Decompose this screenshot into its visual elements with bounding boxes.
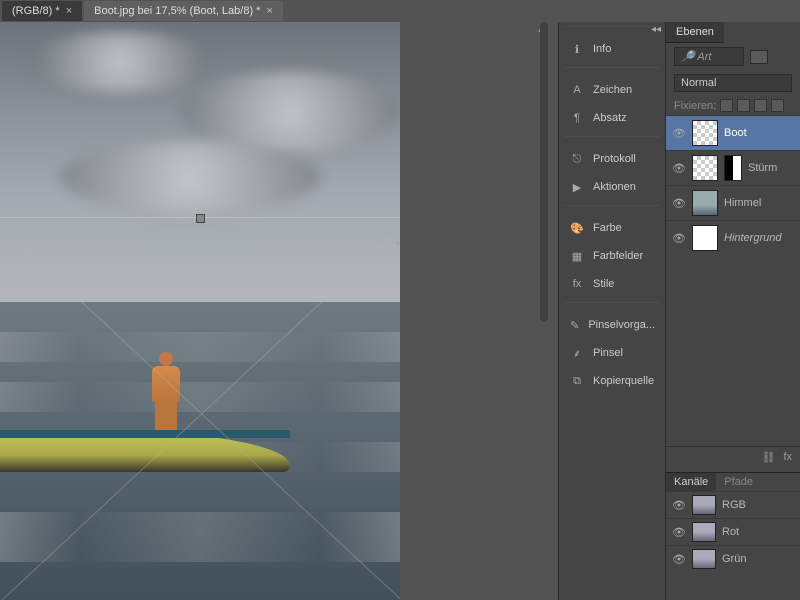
panel-clone-source[interactable]: ⧉Kopierquelle	[559, 367, 665, 395]
panel-brush[interactable]: ⸙Pinsel	[559, 339, 665, 367]
lock-pixels-icon[interactable]	[737, 99, 750, 112]
sky-image	[0, 22, 400, 342]
brush-preset-icon: ✎	[569, 317, 580, 333]
layers-tab[interactable]: Ebenen	[666, 22, 724, 43]
channel-row[interactable]: 👁 Rot	[666, 518, 800, 545]
lock-transparent-icon[interactable]	[720, 99, 733, 112]
lock-position-icon[interactable]	[754, 99, 767, 112]
layers-panel: Ebenen 🔎 Art Normal Fixieren: 👁 Boot 👁 S…	[666, 22, 800, 600]
tab-label: (RGB/8) *	[12, 5, 60, 17]
paths-tab[interactable]: Pfade	[716, 473, 761, 491]
panel-brush-presets[interactable]: ✎Pinselvorga...	[559, 311, 665, 339]
canvas-scrollbar[interactable]	[540, 22, 548, 322]
layer-filter-kind[interactable]: 🔎 Art	[674, 47, 744, 66]
collapse-icon[interactable]: ◂◂	[649, 22, 663, 37]
layer-thumbnail[interactable]	[692, 155, 718, 181]
layer-name[interactable]: Stürm	[748, 162, 794, 174]
clone-icon: ⧉	[569, 373, 585, 389]
blend-mode-select[interactable]: Normal	[674, 74, 792, 92]
layer-row[interactable]: 👁 Hintergrund	[666, 220, 800, 255]
layer-thumbnail[interactable]	[692, 225, 718, 251]
lock-controls: Fixieren:	[666, 96, 800, 115]
panel-dock: ◂◂ ℹInfo AZeichen ¶Absatz ⎋Protokoll ▶Ak…	[558, 22, 666, 600]
channel-row[interactable]: 👁 Grün	[666, 545, 800, 572]
close-icon[interactable]: ×	[266, 5, 272, 17]
visibility-icon[interactable]: 👁	[672, 231, 686, 245]
panel-character[interactable]: AZeichen	[559, 76, 665, 104]
layer-name[interactable]: Boot	[724, 127, 794, 139]
visibility-icon[interactable]: 👁	[672, 196, 686, 210]
channel-name: RGB	[722, 499, 746, 511]
character-icon: A	[569, 82, 585, 98]
info-icon: ℹ	[569, 41, 585, 57]
layer-thumbnail[interactable]	[692, 120, 718, 146]
panel-info[interactable]: ℹInfo	[559, 35, 665, 63]
visibility-icon[interactable]: 👁	[672, 525, 686, 539]
layer-mask-thumbnail[interactable]	[724, 155, 742, 181]
document-tabs: (RGB/8) * × Boot.jpg bei 17,5% (Boot, La…	[0, 0, 283, 22]
canvas[interactable]: ↔	[0, 22, 400, 600]
visibility-icon[interactable]: 👁	[672, 126, 686, 140]
channels-panel: Kanäle Pfade 👁 RGB 👁 Rot 👁 Grün	[666, 472, 800, 600]
layer-name[interactable]: Himmel	[724, 197, 794, 209]
palette-icon: 🎨	[569, 220, 585, 236]
tab-label: Boot.jpg bei 17,5% (Boot, Lab/8) *	[94, 5, 260, 17]
channel-name: Rot	[722, 526, 739, 538]
visibility-icon[interactable]: 👁	[672, 552, 686, 566]
channel-thumbnail	[692, 495, 716, 515]
layer-thumbnail[interactable]	[692, 190, 718, 216]
panel-swatches[interactable]: ▦Farbfelder	[559, 242, 665, 270]
play-icon: ▶	[569, 179, 585, 195]
layer-name[interactable]: Hintergrund	[724, 232, 794, 244]
visibility-icon[interactable]: 👁	[672, 161, 686, 175]
channel-row[interactable]: 👁 RGB	[666, 491, 800, 518]
link-layers-icon[interactable]: ⛓	[761, 451, 775, 464]
panel-paragraph[interactable]: ¶Absatz	[559, 104, 665, 132]
visibility-icon[interactable]: 👁	[672, 498, 686, 512]
channels-tab[interactable]: Kanäle	[666, 473, 716, 491]
filter-pixel-icon[interactable]	[750, 50, 768, 64]
lock-all-icon[interactable]	[771, 99, 784, 112]
panel-styles[interactable]: fxStile	[559, 270, 665, 298]
boat-image	[0, 400, 290, 480]
history-icon: ⎋	[569, 151, 585, 167]
channel-thumbnail	[692, 549, 716, 569]
close-icon[interactable]: ×	[66, 5, 72, 17]
brush-icon: ⸙	[569, 345, 585, 361]
document-tab[interactable]: Boot.jpg bei 17,5% (Boot, Lab/8) * ×	[84, 1, 283, 21]
styles-icon: fx	[569, 276, 585, 292]
layer-row[interactable]: 👁 Boot	[666, 115, 800, 150]
layer-effects-icon[interactable]: fx	[783, 451, 792, 464]
document-tab[interactable]: (RGB/8) * ×	[2, 1, 82, 21]
panel-color[interactable]: 🎨Farbe	[559, 214, 665, 242]
paragraph-icon: ¶	[569, 110, 585, 126]
layers-footer: ⛓ fx	[666, 446, 800, 468]
swatches-icon: ▦	[569, 248, 585, 264]
channel-name: Grün	[722, 553, 746, 565]
layer-row[interactable]: 👁 Himmel	[666, 185, 800, 220]
layer-row[interactable]: 👁 Stürm	[666, 150, 800, 185]
panel-history[interactable]: ⎋Protokoll	[559, 145, 665, 173]
panel-actions[interactable]: ▶Aktionen	[559, 173, 665, 201]
channel-thumbnail	[692, 522, 716, 542]
